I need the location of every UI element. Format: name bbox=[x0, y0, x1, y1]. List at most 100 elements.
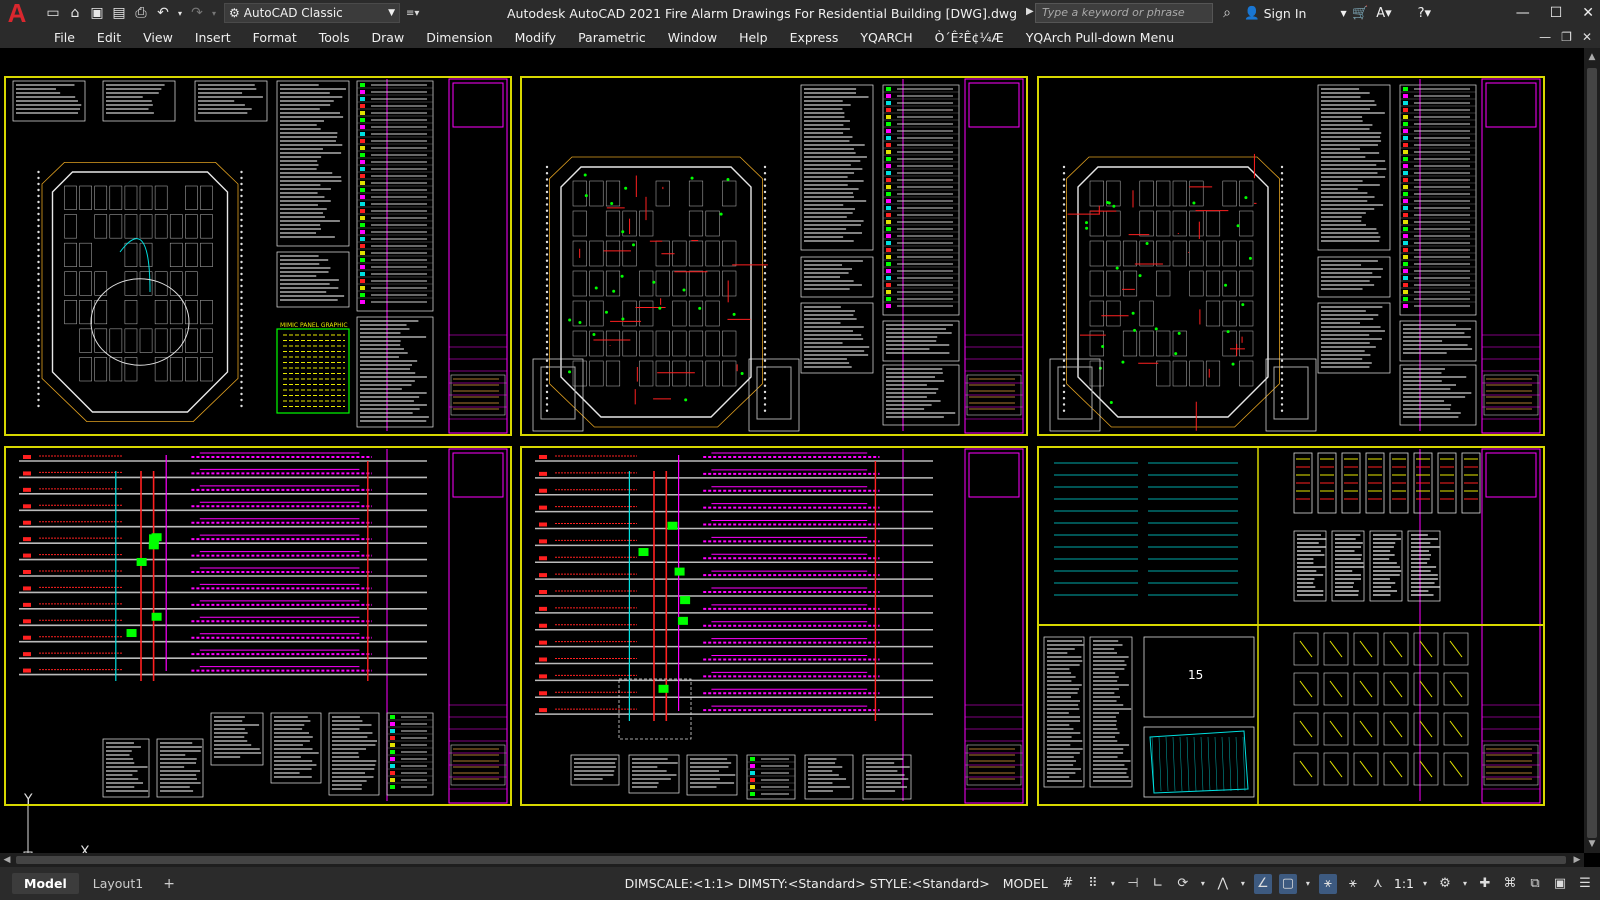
help-icon[interactable]: ?▾ bbox=[1418, 6, 1431, 21]
tab-layout1[interactable]: Layout1 bbox=[81, 873, 155, 894]
parking-bay bbox=[125, 186, 137, 210]
scroll-up-icon[interactable]: ▲ bbox=[1584, 50, 1600, 64]
iso-dropdown-icon[interactable]: ▾ bbox=[1239, 874, 1247, 894]
polar-tracking-icon[interactable]: ⟳ bbox=[1174, 874, 1192, 894]
menu-draw[interactable]: Draw bbox=[361, 30, 416, 45]
annotation-scale-icon[interactable]: ⋏ bbox=[1369, 874, 1387, 894]
ortho-icon[interactable]: ∟ bbox=[1149, 874, 1167, 894]
model-space-button[interactable]: MODEL bbox=[1003, 876, 1048, 891]
polar-dropdown-icon[interactable]: ▾ bbox=[1199, 874, 1207, 894]
annotation-scale-value[interactable]: 1:1 bbox=[1394, 876, 1414, 891]
doc-close-icon[interactable]: ✕ bbox=[1582, 30, 1592, 44]
clean-screen-icon[interactable]: ▣ bbox=[1551, 874, 1569, 894]
menu-edit[interactable]: Edit bbox=[86, 30, 132, 45]
vertical-scroll-thumb[interactable] bbox=[1587, 68, 1597, 838]
vertical-scrollbar[interactable]: ▲ ▼ bbox=[1584, 48, 1600, 853]
parking-bay bbox=[1156, 331, 1170, 356]
sign-in-button[interactable]: 👤 Sign In ▼ bbox=[1244, 0, 1347, 26]
menu-view[interactable]: View bbox=[132, 30, 184, 45]
horizontal-scrollbar[interactable]: ◀ ▶ bbox=[0, 853, 1584, 867]
workspace-label: AutoCAD Classic bbox=[244, 6, 384, 20]
menu-format[interactable]: Format bbox=[242, 30, 308, 45]
isodraft-icon[interactable]: ⋀ bbox=[1214, 874, 1232, 894]
legend-symbol bbox=[360, 223, 365, 227]
parking-bay bbox=[656, 271, 670, 296]
menu-custom[interactable]: Ò´Ê²Ê¢¼Æ bbox=[924, 30, 1015, 45]
drawing-canvas[interactable]: MIMIC PANEL GRAPHIC15 Y X bbox=[0, 48, 1584, 853]
tab-model[interactable]: Model bbox=[12, 873, 79, 894]
column-marker bbox=[764, 310, 766, 312]
menu-yqarch[interactable]: YQARCH bbox=[849, 30, 923, 45]
column-marker bbox=[764, 272, 766, 274]
search-icon[interactable]: ⌕ bbox=[1218, 3, 1236, 23]
menu-file[interactable]: File bbox=[43, 30, 86, 45]
customization-menu-icon[interactable]: ☰ bbox=[1576, 874, 1594, 894]
scale-dropdown-icon[interactable]: ▾ bbox=[1421, 874, 1429, 894]
scroll-right-icon[interactable]: ▶ bbox=[1570, 853, 1584, 867]
undo-dropdown-icon[interactable]: ▾ bbox=[176, 4, 184, 22]
redo-dropdown-icon[interactable]: ▾ bbox=[210, 4, 218, 22]
snap-icon[interactable]: ⠿ bbox=[1084, 874, 1102, 894]
workspace-dropdown-icon[interactable]: ▾ bbox=[1461, 874, 1469, 894]
add-layout-icon[interactable]: + bbox=[155, 876, 183, 892]
doc-minimize-icon[interactable]: — bbox=[1539, 30, 1551, 44]
isolate-objects-icon[interactable]: ⌘ bbox=[1501, 874, 1519, 894]
scroll-down-icon[interactable]: ▼ bbox=[1584, 837, 1600, 851]
parking-bay bbox=[706, 241, 720, 266]
scroll-left-icon[interactable]: ◀ bbox=[0, 853, 14, 867]
crosshair-icon[interactable]: ✚ bbox=[1476, 874, 1494, 894]
infocenter-arrow-icon[interactable]: ▶ bbox=[1026, 6, 1034, 17]
maximize-icon[interactable]: ☐ bbox=[1550, 5, 1563, 21]
autodesk-a360-icon[interactable]: A▾ bbox=[1376, 6, 1391, 21]
workspace-switch-icon[interactable]: ⚙ bbox=[1436, 874, 1454, 894]
hardware-acceleration-icon[interactable]: ⧉ bbox=[1526, 874, 1544, 894]
customize-qat-icon[interactable]: ≡▾ bbox=[406, 8, 419, 19]
title-block-logo bbox=[969, 453, 1019, 497]
infer-constraints-icon[interactable]: ⊣ bbox=[1124, 874, 1142, 894]
object-snap-tracking-icon[interactable]: ∠ bbox=[1254, 874, 1272, 894]
workspace-selector[interactable]: ⚙ AutoCAD Classic ▼ bbox=[224, 3, 400, 23]
column-marker bbox=[37, 333, 39, 335]
legend-symbol bbox=[360, 181, 365, 185]
save-icon[interactable]: ▣ bbox=[88, 4, 106, 22]
auto-scale-icon[interactable]: ⚹ bbox=[1344, 874, 1362, 894]
object-snap-icon[interactable]: ▢ bbox=[1279, 874, 1297, 894]
parking-bay bbox=[623, 301, 637, 326]
save-as-icon[interactable]: ▤ bbox=[110, 4, 128, 22]
open-folder-icon[interactable]: ⌂ bbox=[66, 4, 84, 22]
menu-dimension[interactable]: Dimension bbox=[415, 30, 503, 45]
menu-insert[interactable]: Insert bbox=[184, 30, 242, 45]
doc-restore-icon[interactable]: ❐ bbox=[1561, 30, 1572, 44]
menu-yqarch-pulldown[interactable]: YQArch Pull-down Menu bbox=[1015, 30, 1185, 45]
menu-tools[interactable]: Tools bbox=[308, 30, 361, 45]
osnap-dropdown-icon[interactable]: ▾ bbox=[1304, 874, 1312, 894]
grid-icon[interactable]: # bbox=[1059, 874, 1077, 894]
notes-block bbox=[863, 755, 911, 799]
menu-parametric[interactable]: Parametric bbox=[567, 30, 657, 45]
plot-icon[interactable]: ⎙ bbox=[132, 4, 150, 22]
autocad-logo-icon[interactable]: A bbox=[0, 0, 34, 26]
column-marker bbox=[1063, 353, 1065, 355]
close-icon[interactable]: ✕ bbox=[1582, 5, 1594, 21]
isometric-detail bbox=[1150, 731, 1248, 793]
drawing-sheet-4 bbox=[5, 447, 511, 805]
parking-bay bbox=[689, 361, 703, 386]
detector-symbol bbox=[1121, 361, 1124, 364]
snap-dropdown-icon[interactable]: ▾ bbox=[1109, 874, 1117, 894]
annotation-visibility-icon[interactable]: ⚹ bbox=[1319, 874, 1337, 894]
menu-modify[interactable]: Modify bbox=[504, 30, 567, 45]
minimize-icon[interactable]: — bbox=[1516, 5, 1530, 21]
horizontal-scroll-thumb[interactable] bbox=[16, 856, 1566, 864]
menu-help[interactable]: Help bbox=[728, 30, 779, 45]
redo-icon[interactable]: ↷ bbox=[188, 4, 206, 22]
search-input[interactable]: Type a keyword or phrase bbox=[1035, 3, 1213, 23]
column-marker bbox=[546, 335, 548, 337]
parking-bay bbox=[656, 331, 670, 356]
cart-icon[interactable]: 🛒 bbox=[1352, 6, 1368, 21]
new-file-icon[interactable]: ▭ bbox=[44, 4, 62, 22]
menu-window[interactable]: Window bbox=[657, 30, 728, 45]
ucs-x-label: X bbox=[80, 844, 90, 853]
undo-icon[interactable]: ↶ bbox=[154, 4, 172, 22]
column-marker bbox=[1063, 228, 1065, 230]
menu-express[interactable]: Express bbox=[779, 30, 850, 45]
